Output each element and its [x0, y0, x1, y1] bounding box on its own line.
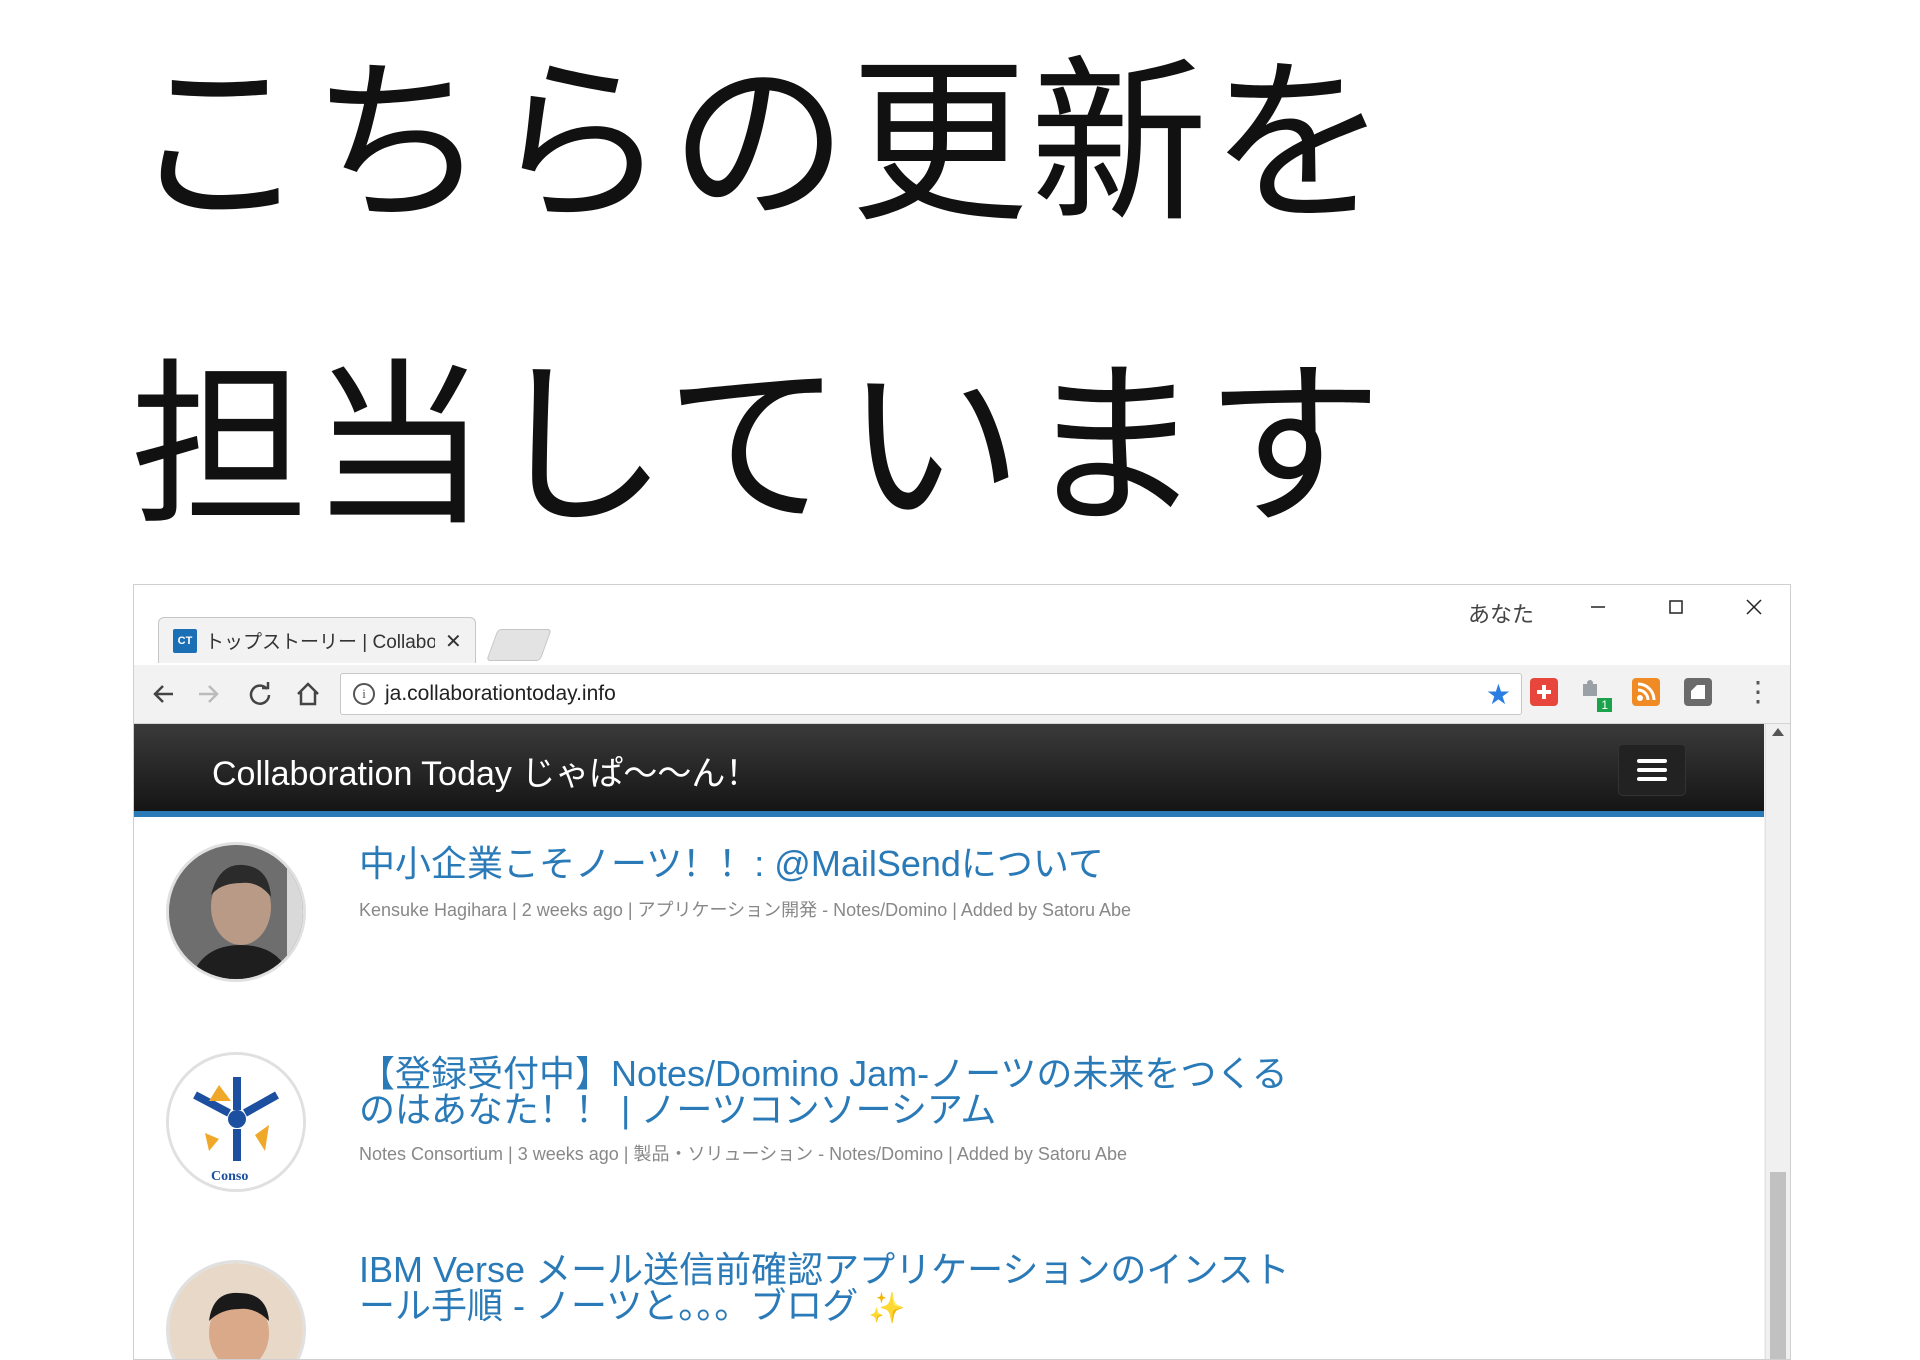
post-title-text: IBM Verse メール送信前確認アプリケーションのインストール手順 - ノー… — [359, 1249, 1290, 1326]
post-meta: Kensuke Hagihara | 2 weeks ago | アプリケーショ… — [359, 900, 1132, 920]
post-title-link[interactable]: 【登録受付中】Notes/Domino Jam-ノーツの未来をつくるのはあなた！… — [359, 1056, 1319, 1128]
avatar — [166, 842, 306, 982]
plus-extension-icon[interactable] — [1530, 678, 1558, 706]
site-brand[interactable]: Collaboration Today じゃぱ〜〜ん！ — [212, 746, 759, 795]
profile-button[interactable]: あなた — [1468, 597, 1534, 629]
info-icon[interactable]: i — [353, 683, 375, 705]
browser-window: CT トップストーリー | Collaborat ✕ あなた i ja.coll… — [133, 584, 1791, 1360]
back-arrow-icon[interactable] — [144, 675, 184, 713]
new-tab-button[interactable] — [486, 629, 552, 661]
home-icon[interactable] — [288, 675, 328, 713]
browser-toolbar: i ja.collaborationtoday.info ★ 1 ⋮ — [134, 665, 1790, 724]
reload-icon[interactable] — [240, 675, 280, 713]
tab-close-icon[interactable]: ✕ — [445, 629, 462, 653]
scroll-up-arrow-icon[interactable] — [1772, 728, 1784, 736]
scroll-thumb[interactable] — [1770, 1172, 1786, 1359]
maximize-icon[interactable] — [1646, 589, 1706, 625]
tab-title: トップストーリー | Collaborat — [205, 632, 435, 653]
post-title-link[interactable]: 中小企業こそノーツ！！: @MailSendについて — [359, 846, 1359, 882]
close-icon[interactable] — [1724, 589, 1784, 625]
forward-arrow-icon[interactable] — [188, 675, 228, 713]
hamburger-menu-icon[interactable] — [1618, 744, 1686, 796]
extension-badge: 1 — [1597, 698, 1612, 712]
avatar: Conso — [166, 1052, 306, 1192]
vertical-scrollbar[interactable] — [1765, 724, 1790, 1359]
site-favicon-icon: CT — [173, 628, 197, 653]
minimize-icon[interactable] — [1568, 589, 1628, 625]
page-viewport: Collaboration Today じゃぱ〜〜ん！ 中小企業こそノーツ！！:… — [134, 724, 1764, 1359]
logo-text: Conso — [211, 1169, 249, 1184]
site-navbar: Collaboration Today じゃぱ〜〜ん！ — [134, 724, 1764, 817]
post-title-link[interactable]: IBM Verse メール送信前確認アプリケーションのインストール手順 - ノー… — [359, 1252, 1319, 1327]
browser-tab[interactable]: CT トップストーリー | Collaborat ✕ — [158, 617, 476, 663]
sparkle-icon: ✨ — [868, 1292, 906, 1325]
tab-strip: CT トップストーリー | Collaborat ✕ あなた — [134, 585, 1790, 665]
bookmark-star-icon[interactable]: ★ — [1486, 678, 1511, 711]
rss-extension-icon[interactable] — [1632, 678, 1660, 706]
post-meta: Notes Consortium | 3 weeks ago | 製品・ソリュー… — [359, 1144, 1127, 1164]
headline-line-2: 担当しています — [130, 343, 1385, 550]
evernote-extension-icon[interactable] — [1684, 678, 1712, 706]
headline-line-1: こちらの更新を — [130, 40, 1390, 247]
browser-menu-icon[interactable]: ⋮ — [1744, 675, 1772, 708]
puzzle-extension-icon[interactable]: 1 — [1580, 678, 1612, 712]
avatar — [166, 1260, 306, 1359]
address-bar[interactable]: i ja.collaborationtoday.info ★ — [340, 673, 1522, 715]
address-url: ja.collaborationtoday.info — [385, 682, 616, 705]
